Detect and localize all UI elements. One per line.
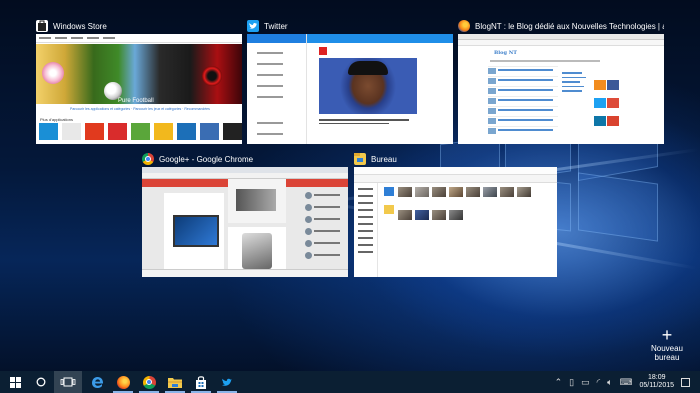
system-tray: ⌃ ▯ ▭ ◜ 🔈︎ ⌨︎ 18:09 05/11/2015 — [555, 371, 700, 393]
folder-icon — [168, 378, 182, 388]
twitter-button[interactable] — [214, 371, 240, 393]
clock-date: 05/11/2015 — [639, 382, 674, 389]
new-desktop-button[interactable]: + Nouveau bureau — [640, 325, 694, 362]
window-title-bar: Bureau — [354, 151, 557, 167]
file-explorer-icon — [354, 153, 366, 165]
chevron-up-icon[interactable]: ⌃ — [555, 377, 563, 388]
taskbar: ⌃ ▯ ▭ ◜ 🔈︎ ⌨︎ 18:09 05/11/2015 — [0, 371, 700, 393]
windows-store-icon — [36, 20, 48, 32]
window-thumbnail-blognt[interactable]: BlogNT : le Blog dédié aux Nouvelles Tec… — [458, 18, 664, 144]
window-title-bar: Windows Store — [36, 18, 242, 34]
blog-logo: Blog NT — [494, 50, 517, 56]
cortana-button[interactable] — [28, 371, 54, 393]
edge-icon — [91, 376, 103, 388]
window-preview — [354, 167, 557, 277]
windows-logo-icon — [9, 376, 21, 388]
volume-icon[interactable]: 🔈︎ — [607, 377, 612, 388]
task-view-icon — [60, 377, 76, 387]
clock-time: 18:09 — [647, 374, 666, 381]
window-title-bar: Google+ - Google Chrome — [142, 151, 348, 167]
window-thumbnail-google-plus-chrome[interactable]: Google+ - Google Chrome — [142, 151, 348, 277]
window-thumbnail-twitter[interactable]: Twitter — [247, 18, 453, 144]
window-preview — [142, 167, 348, 277]
window-preview: Blog NT — [458, 34, 664, 144]
window-title: Twitter — [264, 21, 288, 31]
store-button[interactable] — [188, 371, 214, 393]
notification-icon[interactable] — [681, 377, 690, 387]
start-button[interactable] — [2, 371, 28, 393]
store-hero-text: Pure Football — [118, 98, 154, 104]
firefox-icon — [116, 375, 130, 389]
clock[interactable]: 18:09 05/11/2015 — [639, 374, 674, 390]
wifi-icon[interactable]: ◜ — [597, 377, 601, 388]
window-thumbnail-windows-store[interactable]: Windows Store Pure Football Parcourir le… — [36, 18, 242, 144]
firefox-button[interactable] — [110, 371, 136, 393]
window-title: Windows Store — [53, 21, 107, 31]
keyboard-icon[interactable]: ⌨︎ — [619, 377, 632, 388]
chrome-button[interactable] — [136, 371, 162, 393]
cortana-circle-icon — [36, 377, 46, 387]
window-title: Bureau — [371, 154, 397, 164]
store-bag-icon — [196, 375, 206, 389]
window-title-bar: BlogNT : le Blog dédié aux Nouvelles Tec… — [458, 18, 664, 34]
new-desktop-label: Nouveau bureau — [650, 344, 684, 362]
chrome-icon — [142, 153, 154, 165]
twitter-bird-icon — [222, 378, 232, 386]
twitter-bird-icon — [247, 20, 259, 32]
window-preview — [247, 34, 453, 144]
device-icon[interactable]: ▯ — [569, 377, 574, 388]
window-title: Google+ - Google Chrome — [159, 154, 254, 164]
firefox-icon — [458, 20, 470, 32]
plus-icon: + — [661, 325, 673, 345]
explorer-button[interactable] — [162, 371, 188, 393]
store-section-title: Plus d'applications — [40, 117, 74, 122]
window-preview: Pure Football Parcourir les applications… — [36, 34, 242, 144]
window-thumbnail-bureau[interactable]: Bureau — [354, 151, 557, 277]
store-links: Parcourir les applications et catégories… — [70, 107, 210, 111]
chrome-icon — [142, 375, 156, 389]
edge-button[interactable] — [84, 371, 110, 393]
battery-icon[interactable]: ▭ — [581, 377, 590, 388]
window-title: BlogNT : le Blog dédié aux Nouvelles Tec… — [475, 21, 664, 31]
window-title-bar: Twitter — [247, 18, 453, 34]
task-view-button[interactable] — [54, 371, 82, 393]
